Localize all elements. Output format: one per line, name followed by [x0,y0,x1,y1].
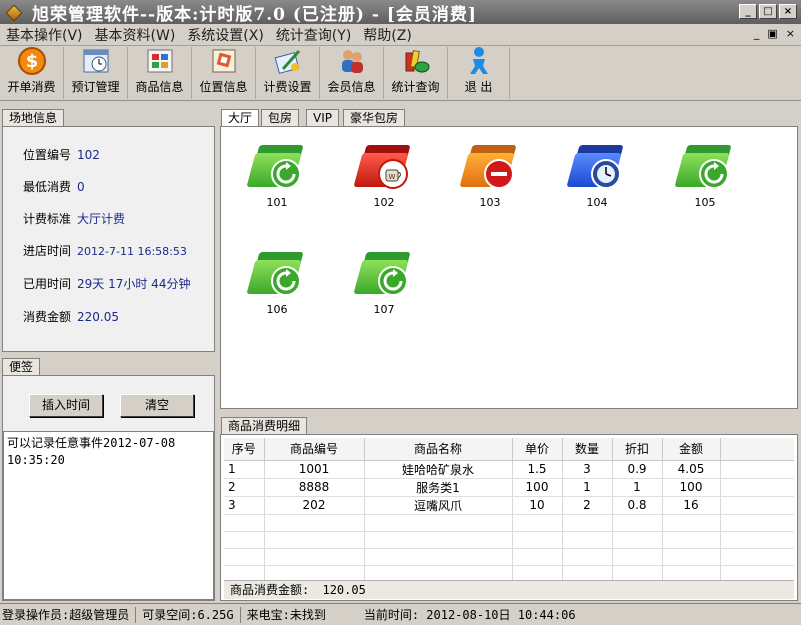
room-102[interactable]: W 102 [349,139,419,209]
table-row[interactable]: 2 8888 服务类1 100 1 1 100 [224,478,794,497]
room-disabled-icon [459,139,520,194]
room-available-icon [674,139,735,194]
reservation-button[interactable]: 预订管理 [64,47,128,99]
menu-bar: 基本操作(V) 基本资料(W) 系统设置(X) 统计查询(Y) 帮助(Z) _ … [0,24,801,46]
exit-button[interactable]: 退 出 [448,47,510,99]
col-discount[interactable]: 折扣 [612,438,663,461]
open-bill-button[interactable]: $ 开单消费 [0,47,64,99]
col-filler [720,438,794,461]
room-occupied-icon: W [353,139,414,194]
clear-button[interactable]: 清空 [120,394,194,417]
total-bar: 商品消费金额: 120.05 [224,580,794,599]
col-goods-name[interactable]: 商品名称 [364,438,513,461]
room-available-icon [246,246,307,301]
grid-icon [145,47,175,75]
room-101[interactable]: 101 [242,139,312,209]
menu-statistics[interactable]: 统计查询(Y) [270,25,357,45]
tab-goods-detail[interactable]: 商品消费明细 [221,417,308,434]
room-103[interactable]: 103 [455,139,525,209]
dollar-coin-icon: $ [17,47,47,75]
users-icon [337,47,367,75]
info-billing-standard: 计费标准 大厅计费 [23,212,126,226]
toolbar: $ 开单消费 预订管理 商品信息 位置信息 计费设置 会员信息 统计查询 退 出 [0,47,801,101]
menu-basic-data[interactable]: 基本资料(W) [89,25,182,45]
status-time: 当前时间: 2012-08-10日 10:44:06 [363,608,576,622]
total-label: 商品消费金额: [230,583,310,597]
col-unit-price[interactable]: 单价 [512,438,563,461]
menu-system-settings[interactable]: 系统设置(X) [181,25,270,45]
mdi-minimize-button[interactable]: _ [754,27,760,40]
status-bar: 登录操作员:超级管理员 可录空间:6.25G 来电宝:未找到 当前时间: 201… [0,603,801,625]
table-row-empty [224,548,794,566]
window-controls: _ □ × [739,4,797,19]
stats-icon [401,47,431,75]
svg-text:W: W [389,173,396,181]
room-107[interactable]: 107 [349,246,419,316]
table-row[interactable]: 1 1001 娃哈哈矿泉水 1.5 3 0.9 4.05 [224,460,794,479]
app-logo-icon [6,4,22,20]
table-row-empty [224,514,794,532]
maximize-button[interactable]: □ [759,4,777,19]
info-check-in-time: 进店时间 2012-7-11 16:58:53 [23,244,187,258]
close-button[interactable]: × [779,4,797,19]
location-info-button[interactable]: 位置信息 [192,47,256,99]
rooms-area: 101 W 102 103 104 105 106 107 [220,126,798,409]
title-bar: 旭荣管理软件--版本:计时版7.0 (已注册) - [会员消费] _ □ × [0,0,801,25]
tab-luxury-room[interactable]: 豪华包房 [343,109,406,126]
statistics-button[interactable]: 统计查询 [384,47,448,99]
window-title: 旭荣管理软件--版本:计时版7.0 (已注册) - [会员消费] [32,4,477,25]
member-info-button[interactable]: 会员信息 [320,47,384,99]
table-row-empty [224,531,794,549]
col-quantity[interactable]: 数量 [562,438,613,461]
billing-settings-button[interactable]: 计费设置 [256,47,320,99]
goods-info-button[interactable]: 商品信息 [128,47,192,99]
col-amount[interactable]: 金额 [662,438,721,461]
memo-textarea[interactable]: 可以记录任意事件2012-07-08 10:35:20 [3,431,214,600]
pen-card-icon [273,47,303,75]
room-available-icon [353,246,414,301]
col-seq[interactable]: 序号 [224,438,265,461]
col-goods-code[interactable]: 商品编号 [264,438,365,461]
tab-vip[interactable]: VIP [306,109,339,126]
goods-detail-table: 序号 商品编号 商品名称 单价 数量 折扣 金额 1 1001 娃哈哈矿泉水 1.5 3… [224,438,794,583]
exit-person-icon [464,47,494,75]
memo-panel: 插入时间 清空 可以记录任意事件2012-07-08 10:35:20 [2,375,215,601]
total-value: 120.05 [322,583,366,597]
room-available-icon [246,139,307,194]
info-consumption-amount: 消费金额 220.05 [23,310,120,324]
tab-private-room[interactable]: 包房 [261,109,300,126]
mdi-restore-button[interactable]: ▣ [767,27,777,40]
room-104[interactable]: 104 [562,139,632,209]
room-reserved-icon [566,139,627,194]
info-location-number: 位置编号 102 [23,148,100,162]
tab-hall[interactable]: 大厅 [221,109,260,126]
tab-site-info[interactable]: 场地信息 [2,109,65,126]
svg-text:$: $ [25,51,38,72]
mdi-close-button[interactable]: × [786,27,795,40]
goods-detail-panel: 序号 商品编号 商品名称 单价 数量 折扣 金额 1 1001 娃哈哈矿泉水 1.5 3… [220,434,798,601]
status-operator: 登录操作员:超级管理员 [2,608,130,622]
table-header-row: 序号 商品编号 商品名称 单价 数量 折扣 金额 [224,438,794,461]
table-row[interactable]: 3 202 逗嘴风爪 10 2 0.8 16 [224,496,794,515]
menu-help[interactable]: 帮助(Z) [357,25,418,45]
info-elapsed-time: 已用时间 29天 17小时 44分钟 [23,277,191,291]
room-106[interactable]: 106 [242,246,312,316]
status-space: 可录空间:6.25G [142,608,234,622]
card-icon [209,47,239,75]
mdi-controls: _ ▣ × [754,27,795,40]
menu-basic-ops[interactable]: 基本操作(V) [0,25,89,45]
site-info-panel: 位置编号 102 最低消费 0 计费标准 大厅计费 进店时间 2012-7-11 16:… [2,126,215,352]
info-min-consumption: 最低消费 0 [23,180,85,194]
minimize-button[interactable]: _ [739,4,757,19]
insert-time-button[interactable]: 插入时间 [29,394,103,417]
room-105[interactable]: 105 [670,139,740,209]
calendar-clock-icon [81,47,111,75]
tab-memo[interactable]: 便签 [2,358,41,375]
status-caller: 来电宝:未找到 [246,608,326,622]
